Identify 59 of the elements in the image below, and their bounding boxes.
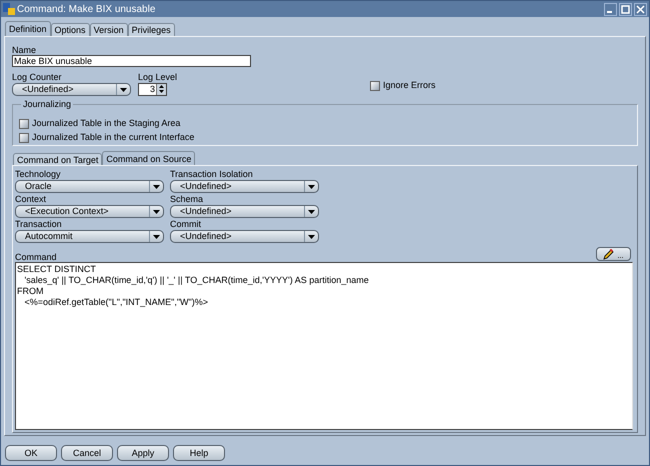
group-title: Journalizing bbox=[21, 99, 74, 109]
code-line: FROM bbox=[17, 286, 44, 297]
code-line: SELECT DISTINCT bbox=[17, 264, 96, 275]
caret-icon bbox=[304, 181, 318, 192]
checkbox-label: Journalized Table in the current Interface bbox=[32, 130, 194, 144]
command-editor[interactable]: SELECT DISTINCT 'sales_q' || TO_CHAR(time_id,'q') || '_' || TO_CHAR(time_id,'YYYY') AS partition_name FROM <%=odiRef.getTable("L","INT_NAME","W")%> bbox=[15, 262, 633, 430]
checkbox-label: Ignore Errors bbox=[383, 78, 436, 92]
window-title: Command: Make BIX unusable bbox=[17, 2, 156, 16]
code-line: <%=odiRef.getTable("L","INT_NAME","W")%> bbox=[24, 297, 208, 308]
tab[interactable]: Definition bbox=[5, 21, 51, 36]
dialog-button[interactable]: Help bbox=[173, 445, 225, 461]
field-label: Commit bbox=[170, 219, 202, 230]
minimize-icon bbox=[606, 11, 612, 13]
tab[interactable]: Command on Source bbox=[102, 151, 196, 165]
close-icon bbox=[636, 4, 645, 14]
close-button[interactable] bbox=[634, 2, 647, 16]
field-label: Log Level bbox=[138, 72, 178, 83]
maximize-button[interactable] bbox=[619, 2, 632, 16]
field-label: Transaction Isolation bbox=[170, 169, 254, 180]
dropdown[interactable]: <Undefined> bbox=[170, 180, 319, 193]
dialog-button[interactable]: OK bbox=[5, 445, 57, 461]
field-label: Context bbox=[15, 194, 48, 205]
field-label: Technology bbox=[15, 169, 62, 180]
field-label: Log Counter bbox=[12, 72, 63, 83]
down-arrow-icon[interactable] bbox=[157, 89, 166, 94]
tab[interactable]: Version bbox=[90, 23, 128, 36]
caret-icon bbox=[304, 231, 318, 242]
name-field[interactable]: Make BIX unusable bbox=[12, 55, 251, 67]
dropdown[interactable]: <Undefined> bbox=[12, 83, 131, 96]
checkbox[interactable] bbox=[19, 132, 29, 142]
minimize-button[interactable] bbox=[604, 2, 617, 16]
tab[interactable]: Options bbox=[50, 23, 90, 36]
checkbox[interactable] bbox=[370, 80, 380, 90]
field-label: Name bbox=[12, 45, 38, 55]
edit-button[interactable] bbox=[596, 247, 631, 261]
caret-icon bbox=[149, 231, 163, 242]
field-label: Schema bbox=[170, 194, 204, 205]
checkbox-label: Journalized Table in the Staging Area bbox=[32, 116, 180, 130]
field-label: Transaction bbox=[15, 219, 63, 230]
dropdown[interactable]: <Undefined> bbox=[170, 205, 319, 218]
field-label: Command bbox=[15, 252, 57, 262]
spinner[interactable]: 3 bbox=[138, 83, 167, 96]
dropdown[interactable]: Oracle bbox=[15, 180, 164, 193]
code-line: 'sales_q' || TO_CHAR(time_id,'q') || '_' || TO_CHAR(time_id,'YYYY') AS partition_name bbox=[24, 275, 369, 286]
app-icon bbox=[3, 3, 15, 15]
caret-icon bbox=[304, 206, 318, 217]
tab[interactable]: Command on Target bbox=[13, 153, 102, 165]
tab[interactable]: Privileges bbox=[128, 23, 175, 36]
up-arrow-icon[interactable] bbox=[157, 84, 166, 89]
maximize-icon bbox=[621, 4, 630, 14]
caret-icon bbox=[149, 181, 163, 192]
dropdown[interactable]: <Execution Context> bbox=[15, 205, 164, 218]
dropdown[interactable]: <Undefined> bbox=[170, 230, 319, 243]
dropdown[interactable]: Autocommit bbox=[15, 230, 164, 243]
caret-icon bbox=[116, 84, 130, 95]
dialog-button[interactable]: Apply bbox=[117, 445, 169, 461]
checkbox[interactable] bbox=[19, 118, 29, 128]
caret-icon bbox=[149, 206, 163, 217]
dialog-button[interactable]: Cancel bbox=[61, 445, 113, 461]
